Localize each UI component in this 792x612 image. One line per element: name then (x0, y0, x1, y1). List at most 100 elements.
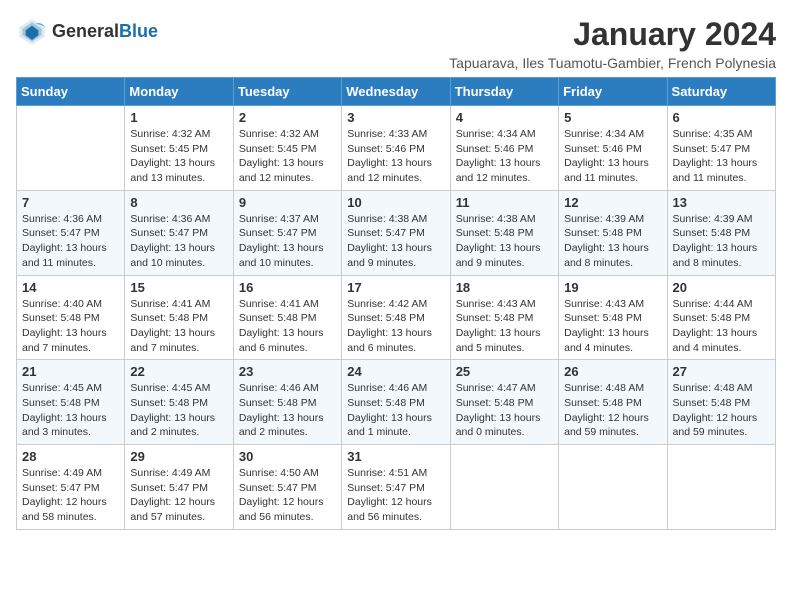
weekday-header-wednesday: Wednesday (342, 78, 450, 106)
calendar-day-cell: 30 Sunrise: 4:50 AM Sunset: 5:47 PM Dayli… (233, 445, 341, 530)
calendar-day-cell: 11 Sunrise: 4:38 AM Sunset: 5:48 PM Dayli… (450, 190, 558, 275)
logo-icon (16, 16, 48, 48)
day-info: Sunrise: 4:43 AM Sunset: 5:48 PM Dayligh… (564, 297, 661, 356)
calendar-day-cell: 23 Sunrise: 4:46 AM Sunset: 5:48 PM Dayli… (233, 360, 341, 445)
calendar-day-cell: 19 Sunrise: 4:43 AM Sunset: 5:48 PM Dayli… (559, 275, 667, 360)
calendar-day-cell: 14 Sunrise: 4:40 AM Sunset: 5:48 PM Dayli… (17, 275, 125, 360)
calendar-day-cell: 2Sunrise: 4:32 AM Sunset: 5:45 PM Daylig… (233, 106, 341, 191)
day-info: Sunrise: 4:38 AM Sunset: 5:47 PM Dayligh… (347, 212, 444, 271)
calendar-day-cell: 15Sunrise: 4:41 AM Sunset: 5:48 PM Dayli… (125, 275, 233, 360)
day-info: Sunrise: 4:32 AM Sunset: 5:45 PM Dayligh… (239, 127, 336, 186)
day-info: Sunrise: 4:34 AM Sunset: 5:46 PM Dayligh… (564, 127, 661, 186)
calendar-day-cell: 28Sunrise: 4:49 AM Sunset: 5:47 PM Dayli… (17, 445, 125, 530)
day-number: 25 (456, 364, 553, 379)
day-info: Sunrise: 4:39 AM Sunset: 5:48 PM Dayligh… (564, 212, 661, 271)
month-title: January 2024 (449, 16, 776, 53)
empty-cell (450, 445, 558, 530)
calendar-day-cell: 9Sunrise: 4:37 AM Sunset: 5:47 PM Daylig… (233, 190, 341, 275)
day-info: Sunrise: 4:36 AM Sunset: 5:47 PM Dayligh… (130, 212, 227, 271)
day-info: Sunrise: 4:50 AM Sunset: 5:47 PM Dayligh… (239, 466, 336, 525)
calendar-day-cell: 8 Sunrise: 4:36 AM Sunset: 5:47 PM Daylig… (125, 190, 233, 275)
day-number: 30 (239, 449, 336, 464)
calendar-day-cell: 31Sunrise: 4:51 AM Sunset: 5:47 PM Dayli… (342, 445, 450, 530)
calendar-day-cell: 17Sunrise: 4:42 AM Sunset: 5:48 PM Dayli… (342, 275, 450, 360)
day-info: Sunrise: 4:48 AM Sunset: 5:48 PM Dayligh… (673, 381, 770, 440)
day-number: 19 (564, 280, 661, 295)
calendar-week-row: 14 Sunrise: 4:40 AM Sunset: 5:48 PM Dayli… (17, 275, 776, 360)
day-number: 17 (347, 280, 444, 295)
calendar-day-cell: 29 Sunrise: 4:49 AM Sunset: 5:47 PM Dayli… (125, 445, 233, 530)
day-number: 27 (673, 364, 770, 379)
weekday-header-monday: Monday (125, 78, 233, 106)
weekday-header-sunday: Sunday (17, 78, 125, 106)
calendar-day-cell: 24Sunrise: 4:46 AM Sunset: 5:48 PM Dayli… (342, 360, 450, 445)
calendar-day-cell: 3 Sunrise: 4:33 AM Sunset: 5:46 PM Daylig… (342, 106, 450, 191)
day-info: Sunrise: 4:38 AM Sunset: 5:48 PM Dayligh… (456, 212, 553, 271)
calendar-day-cell: 27 Sunrise: 4:48 AM Sunset: 5:48 PM Dayli… (667, 360, 775, 445)
calendar-day-cell: 13Sunrise: 4:39 AM Sunset: 5:48 PM Dayli… (667, 190, 775, 275)
day-info: Sunrise: 4:40 AM Sunset: 5:48 PM Dayligh… (22, 297, 119, 356)
day-info: Sunrise: 4:45 AM Sunset: 5:48 PM Dayligh… (22, 381, 119, 440)
calendar-day-cell: 10 Sunrise: 4:38 AM Sunset: 5:47 PM Dayli… (342, 190, 450, 275)
calendar-day-cell: 16 Sunrise: 4:41 AM Sunset: 5:48 PM Dayli… (233, 275, 341, 360)
day-number: 26 (564, 364, 661, 379)
location-subtitle: Tapuarava, Iles Tuamotu-Gambier, French … (449, 55, 776, 71)
calendar-day-cell: 20 Sunrise: 4:44 AM Sunset: 5:48 PM Dayli… (667, 275, 775, 360)
day-number: 12 (564, 195, 661, 210)
day-info: Sunrise: 4:41 AM Sunset: 5:48 PM Dayligh… (239, 297, 336, 356)
weekday-header-thursday: Thursday (450, 78, 558, 106)
day-info: Sunrise: 4:43 AM Sunset: 5:48 PM Dayligh… (456, 297, 553, 356)
day-info: Sunrise: 4:39 AM Sunset: 5:48 PM Dayligh… (673, 212, 770, 271)
day-info: Sunrise: 4:32 AM Sunset: 5:45 PM Dayligh… (130, 127, 227, 186)
calendar-day-cell: 18 Sunrise: 4:43 AM Sunset: 5:48 PM Dayli… (450, 275, 558, 360)
day-number: 14 (22, 280, 119, 295)
day-info: Sunrise: 4:44 AM Sunset: 5:48 PM Dayligh… (673, 297, 770, 356)
calendar-day-cell: 6Sunrise: 4:35 AM Sunset: 5:47 PM Daylig… (667, 106, 775, 191)
calendar-day-cell: 5Sunrise: 4:34 AM Sunset: 5:46 PM Daylig… (559, 106, 667, 191)
page-header: GeneralBlue January 2024 Tapuarava, Iles… (16, 16, 776, 71)
day-number: 23 (239, 364, 336, 379)
day-number: 7 (22, 195, 119, 210)
day-number: 11 (456, 195, 553, 210)
calendar-day-cell: 26 Sunrise: 4:48 AM Sunset: 5:48 PM Dayli… (559, 360, 667, 445)
day-info: Sunrise: 4:46 AM Sunset: 5:48 PM Dayligh… (239, 381, 336, 440)
day-info: Sunrise: 4:45 AM Sunset: 5:48 PM Dayligh… (130, 381, 227, 440)
day-info: Sunrise: 4:48 AM Sunset: 5:48 PM Dayligh… (564, 381, 661, 440)
weekday-header-friday: Friday (559, 78, 667, 106)
empty-cell (559, 445, 667, 530)
day-info: Sunrise: 4:33 AM Sunset: 5:46 PM Dayligh… (347, 127, 444, 186)
logo: GeneralBlue (16, 16, 158, 48)
day-info: Sunrise: 4:49 AM Sunset: 5:47 PM Dayligh… (130, 466, 227, 525)
weekday-header-tuesday: Tuesday (233, 78, 341, 106)
day-number: 6 (673, 110, 770, 125)
day-number: 3 (347, 110, 444, 125)
day-number: 22 (130, 364, 227, 379)
calendar-week-row: 1 Sunrise: 4:32 AM Sunset: 5:45 PM Daylig… (17, 106, 776, 191)
day-info: Sunrise: 4:37 AM Sunset: 5:47 PM Dayligh… (239, 212, 336, 271)
calendar-week-row: 7 Sunrise: 4:36 AM Sunset: 5:47 PM Daylig… (17, 190, 776, 275)
title-block: January 2024 Tapuarava, Iles Tuamotu-Gam… (449, 16, 776, 71)
day-info: Sunrise: 4:36 AM Sunset: 5:47 PM Dayligh… (22, 212, 119, 271)
calendar-day-cell: 1 Sunrise: 4:32 AM Sunset: 5:45 PM Daylig… (125, 106, 233, 191)
day-number: 4 (456, 110, 553, 125)
calendar-day-cell: 4 Sunrise: 4:34 AM Sunset: 5:46 PM Daylig… (450, 106, 558, 191)
day-info: Sunrise: 4:34 AM Sunset: 5:46 PM Dayligh… (456, 127, 553, 186)
empty-cell (667, 445, 775, 530)
day-number: 29 (130, 449, 227, 464)
day-number: 20 (673, 280, 770, 295)
day-number: 28 (22, 449, 119, 464)
day-number: 10 (347, 195, 444, 210)
calendar-day-cell: 25 Sunrise: 4:47 AM Sunset: 5:48 PM Dayli… (450, 360, 558, 445)
day-info: Sunrise: 4:47 AM Sunset: 5:48 PM Dayligh… (456, 381, 553, 440)
day-number: 18 (456, 280, 553, 295)
weekday-header-row: SundayMondayTuesdayWednesdayThursdayFrid… (17, 78, 776, 106)
day-number: 8 (130, 195, 227, 210)
calendar-day-cell: 7 Sunrise: 4:36 AM Sunset: 5:47 PM Daylig… (17, 190, 125, 275)
calendar-day-cell: 22 Sunrise: 4:45 AM Sunset: 5:48 PM Dayli… (125, 360, 233, 445)
weekday-header-saturday: Saturday (667, 78, 775, 106)
empty-cell (17, 106, 125, 191)
day-number: 1 (130, 110, 227, 125)
day-number: 16 (239, 280, 336, 295)
logo-text: GeneralBlue (52, 22, 158, 42)
day-info: Sunrise: 4:41 AM Sunset: 5:48 PM Dayligh… (130, 297, 227, 356)
